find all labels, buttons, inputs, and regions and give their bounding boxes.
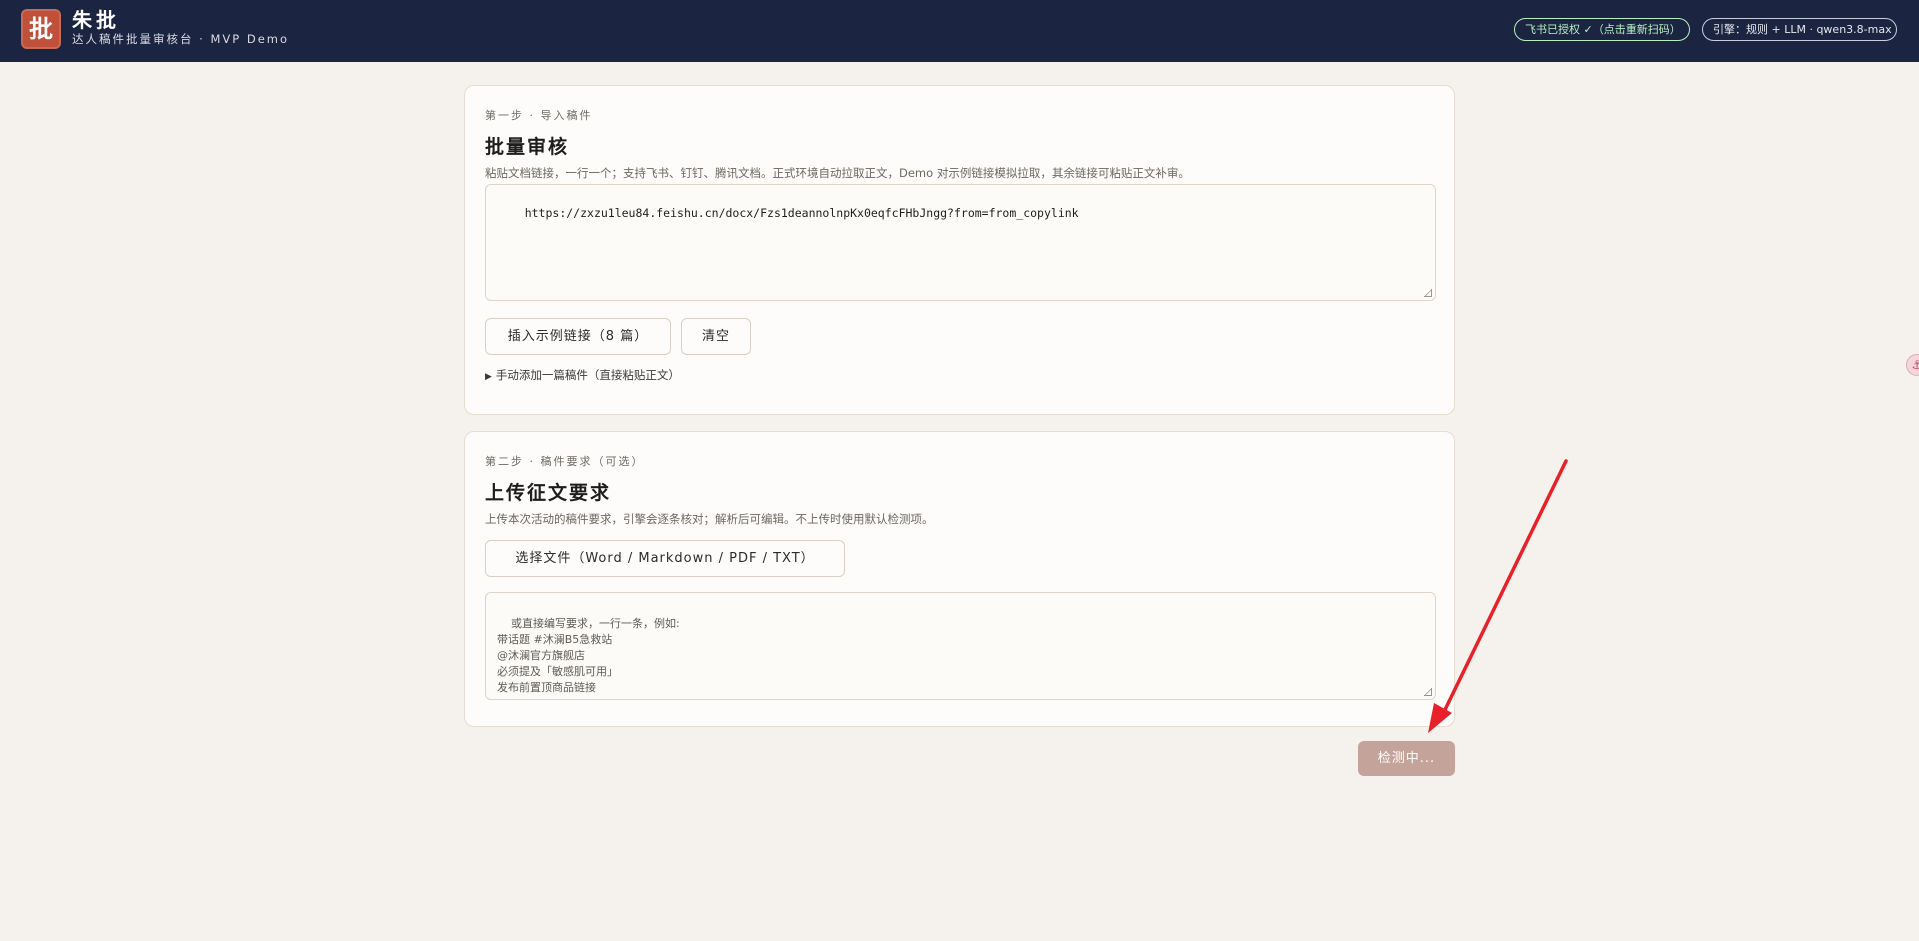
step1-label: 第一步 · 导入稿件 bbox=[485, 109, 593, 122]
choose-file-button[interactable]: 选择文件（Word / Markdown / PDF / TXT） bbox=[485, 540, 845, 577]
step2-label: 第二步 · 稿件要求（可选） bbox=[485, 455, 645, 468]
manual-add-toggle[interactable]: ▶ 手动添加一篇稿件（直接粘贴正文） bbox=[485, 367, 680, 383]
app-logo: 批 bbox=[21, 9, 61, 49]
disclosure-triangle-icon: ▶ bbox=[485, 372, 492, 382]
check-button[interactable]: 检测中... bbox=[1358, 741, 1455, 776]
app-title: 朱批 bbox=[72, 8, 120, 32]
links-value: https://zxzu1leu84.feishu.cn/docx/Fzs1de… bbox=[524, 206, 1079, 220]
app-subtitle: 达人稿件批量审核台 · MVP Demo bbox=[72, 32, 290, 46]
top-bar: 批 朱批 达人稿件批量审核台 · MVP Demo 飞书已授权 ✓（点击重新扫码… bbox=[0, 0, 1919, 62]
upload-requirements-title: 上传征文要求 bbox=[485, 482, 612, 504]
insert-example-links-button[interactable]: 插入示例链接（8 篇） bbox=[485, 318, 671, 355]
resize-handle-icon[interactable] bbox=[1424, 289, 1432, 297]
import-card: 第一步 · 导入稿件 批量审核 粘贴文档链接，一行一个；支持飞书、钉钉、腾讯文档… bbox=[464, 85, 1455, 415]
clear-button[interactable]: 清空 bbox=[681, 318, 751, 355]
requirements-placeholder: 或直接编写要求，一行一条，例如: 带话题 #沐澜B5急救站 @沐澜官方旗舰店 必… bbox=[497, 617, 680, 694]
engine-badge: 引擎：规则 + LLM · qwen3.8-max bbox=[1702, 18, 1897, 41]
floating-assistant-icon[interactable]: ⚓ bbox=[1906, 354, 1919, 376]
resize-handle-icon[interactable] bbox=[1424, 688, 1432, 696]
manual-add-label: 手动添加一篇稿件（直接粘贴正文） bbox=[495, 368, 680, 382]
feishu-auth-badge[interactable]: 飞书已授权 ✓（点击重新扫码） bbox=[1514, 18, 1690, 41]
import-description: 粘贴文档链接，一行一个；支持飞书、钉钉、腾讯文档。正式环境自动拉取正文，Demo… bbox=[485, 166, 1190, 180]
batch-review-title: 批量审核 bbox=[485, 136, 570, 158]
requirements-card: 第二步 · 稿件要求（可选） 上传征文要求 上传本次活动的稿件要求，引擎会逐条核… bbox=[464, 431, 1455, 727]
requirements-textarea[interactable]: 或直接编写要求，一行一条，例如: 带话题 #沐澜B5急救站 @沐澜官方旗舰店 必… bbox=[485, 592, 1436, 700]
requirements-description: 上传本次活动的稿件要求，引擎会逐条核对；解析后可编辑。不上传时使用默认检测项。 bbox=[485, 512, 934, 526]
links-textarea[interactable]: https://zxzu1leu84.feishu.cn/docx/Fzs1de… bbox=[485, 184, 1436, 301]
